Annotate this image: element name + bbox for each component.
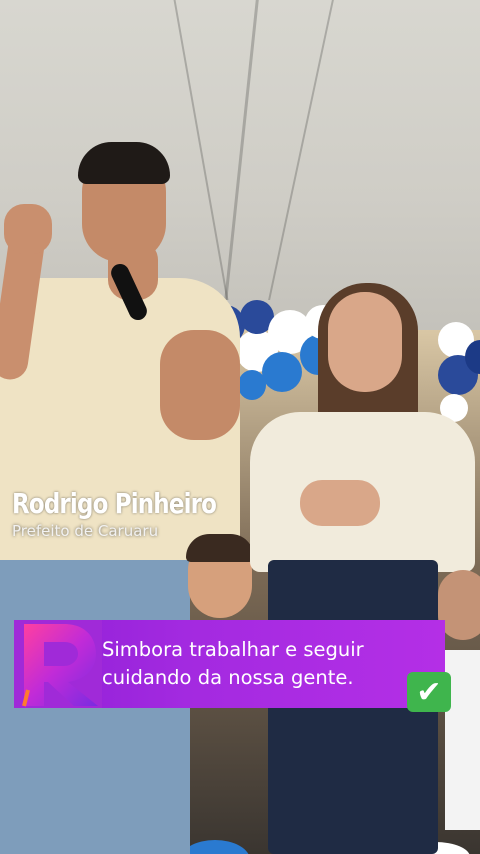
video-frame: Rodrigo Pinheiro Prefeito de Caruaru Sim… bbox=[0, 0, 480, 854]
check-mark-icon: ✔ bbox=[407, 672, 451, 712]
caption-text: Simbora trabalhar e seguir cuidando da n… bbox=[102, 638, 364, 689]
speaker-name: Rodrigo Pinheiro bbox=[12, 487, 217, 520]
speaker-role: Prefeito de Caruaru bbox=[12, 522, 159, 540]
name-lower-third: Rodrigo Pinheiro Prefeito de Caruaru bbox=[12, 487, 261, 540]
r-logo-icon bbox=[14, 620, 102, 708]
